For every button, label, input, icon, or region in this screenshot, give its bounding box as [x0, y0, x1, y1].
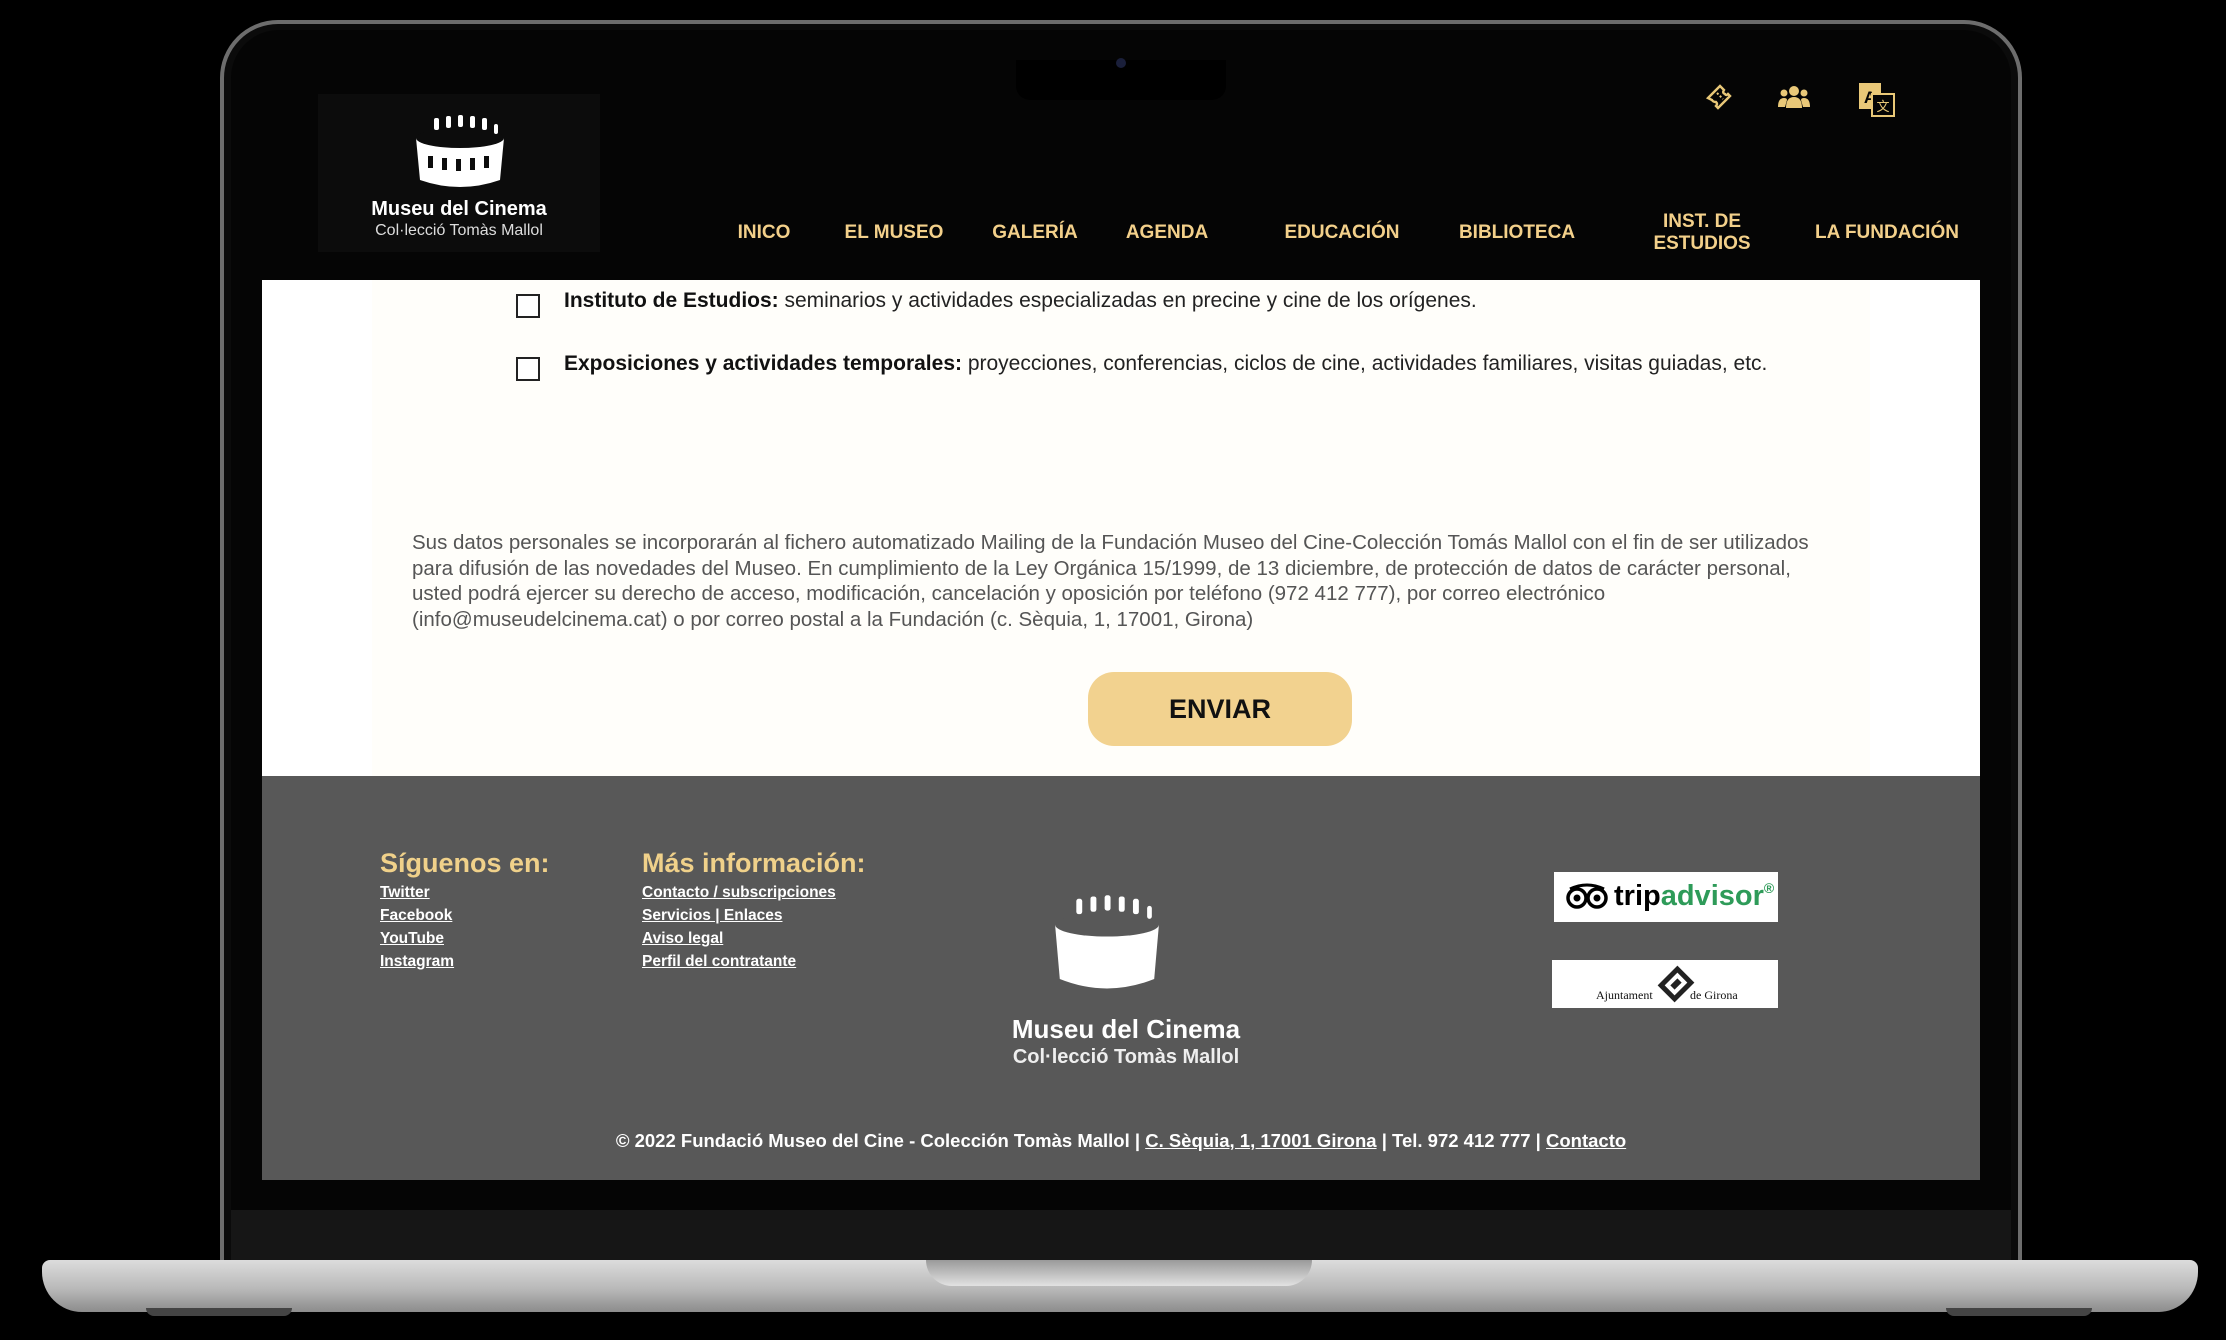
nav-item-inicio[interactable]: INICO [724, 222, 804, 244]
tripadvisor-trip: trip [1614, 880, 1661, 912]
option-label-instituto-estudios: Instituto de Estudios: seminarios y acti… [564, 288, 1804, 314]
laptop-hinge [926, 1260, 1312, 1286]
ajuntament-label: Ajuntament [1596, 988, 1653, 1002]
tripadvisor-wordmark: tripadvisor® [1614, 880, 1774, 913]
footer-logo-subtitle: Col·lecció Tomàs Mallol [1012, 1046, 1240, 1068]
laptop-foot-left [146, 1308, 292, 1316]
social-link-youtube[interactable]: YouTube [380, 930, 444, 948]
footer-logo-title: Museu del Cinema [1011, 1014, 1241, 1044]
tripadvisor-owl-icon [1566, 883, 1608, 909]
phone-text: | Tel. 972 412 777 | [1376, 1130, 1546, 1151]
info-link-contacto[interactable]: Contacto / subscripciones [642, 884, 836, 902]
copyright-bar: © 2022 Fundació Museo del Cine - Colecci… [262, 1130, 1980, 1152]
info-link-perfil-contratante[interactable]: Perfil del contratante [642, 953, 796, 971]
checkbox-exposiciones[interactable] [516, 357, 540, 381]
site-footer: Síguenos en: Twitter Facebook YouTube In… [262, 776, 1980, 1180]
social-link-twitter[interactable]: Twitter [380, 884, 430, 902]
nav-item-el-museo[interactable]: EL MUSEO [834, 222, 954, 244]
address-link[interactable]: C. Sèquia, 1, 17001 Girona [1145, 1130, 1376, 1151]
info-link-aviso-legal[interactable]: Aviso legal [642, 930, 723, 948]
enviar-button[interactable]: ENVIAR [1088, 672, 1352, 746]
browser-viewport: Museu del Cinema Col·lecció Tomàs Mallol… [262, 62, 1980, 1180]
checkbox-instituto-estudios[interactable] [516, 294, 540, 318]
info-link-servicios[interactable]: Servicios | Enlaces [642, 907, 782, 925]
option-description: seminarios y actividades especializadas … [778, 289, 1477, 312]
nav-item-la-fundacion[interactable]: LA FUNDACIÓN [1802, 222, 1972, 244]
subscription-form: Instituto de Estudios: seminarios y acti… [262, 280, 1980, 776]
nav-item-biblioteca[interactable]: BIBLIOTECA [1442, 222, 1592, 244]
tripadvisor-badge[interactable]: tripadvisor® [1554, 872, 1778, 922]
camera-icon [1116, 58, 1126, 68]
laptop-foot-right [1946, 1308, 2092, 1316]
nav-item-inst-de-estudios[interactable]: INST. DE ESTUDIOS [1640, 211, 1764, 255]
footer-film-reel-logo-icon [1055, 895, 1159, 989]
nav-item-educacion[interactable]: EDUCACIÓN [1257, 222, 1427, 244]
privacy-notice: Sus datos personales se incorporarán al … [412, 531, 1809, 631]
ticket-icon[interactable] [1704, 82, 1734, 123]
translate-icon[interactable]: A文 [1858, 82, 1896, 129]
option-title: Exposiciones y actividades temporales: [564, 352, 962, 375]
nav-item-agenda[interactable]: AGENDA [1112, 222, 1222, 244]
social-link-instagram[interactable]: Instagram [380, 953, 454, 971]
option-title: Instituto de Estudios: [564, 289, 779, 312]
info-heading: Más información: [642, 848, 866, 878]
social-link-facebook[interactable]: Facebook [380, 907, 452, 925]
form-card: Instituto de Estudios: seminarios y acti… [372, 280, 1870, 776]
tripadvisor-advisor: advisor [1660, 880, 1764, 912]
contact-link[interactable]: Contacto [1546, 1130, 1626, 1151]
follow-heading: Síguenos en: [380, 848, 550, 878]
nav-item-galeria[interactable]: GALERÍA [980, 222, 1090, 244]
svg-text:文: 文 [1876, 100, 1889, 115]
main-navigation: INICO EL MUSEO GALERÍA AGENDA EDUCACIÓN … [262, 211, 1980, 272]
de-girona-label: de Girona [1690, 988, 1738, 1002]
copyright-text: © 2022 Fundació Museo del Cine - Colecci… [615, 1130, 1146, 1151]
group-icon[interactable] [1778, 82, 1810, 123]
ajuntament-girona-badge[interactable]: Ajuntament de Girona [1552, 960, 1778, 1008]
option-description: proyecciones, conferencias, ciclos de ci… [962, 352, 1768, 375]
tripadvisor-reg: ® [1763, 880, 1775, 896]
option-label-exposiciones: Exposiciones y actividades temporales: p… [564, 351, 1804, 377]
